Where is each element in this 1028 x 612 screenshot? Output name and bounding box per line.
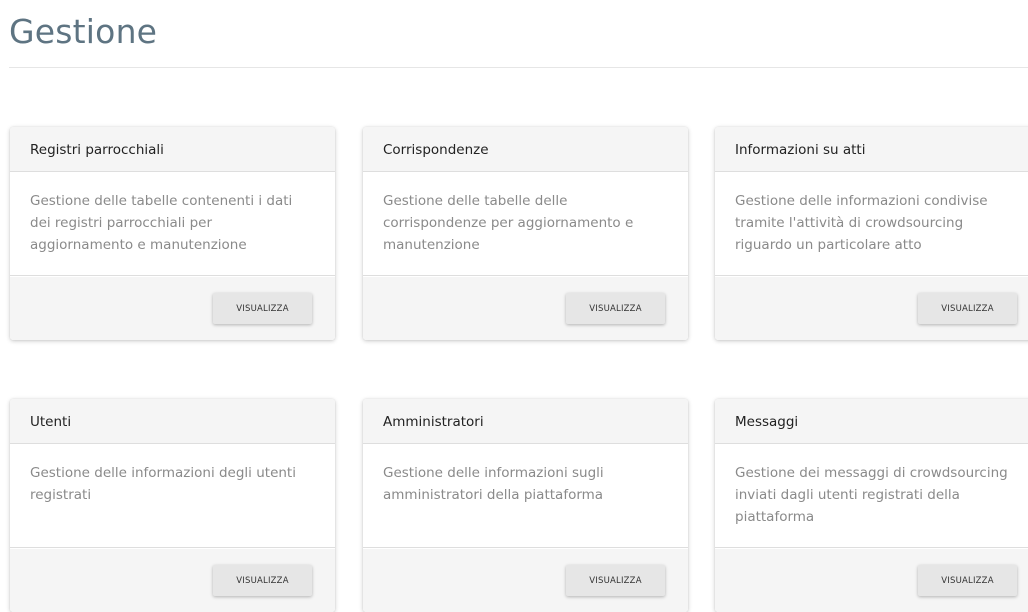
card-description: Gestione delle informazioni sugli ammini…	[363, 444, 688, 548]
card-footer: VISUALIZZA	[10, 277, 335, 340]
card-utenti: Utenti Gestione delle informazioni degli…	[10, 399, 335, 612]
card-title: Corrispondenze	[363, 127, 688, 172]
card-corrispondenze: Corrispondenze Gestione delle tabelle de…	[363, 127, 688, 340]
card-description: Gestione dei messaggi di crowdsourcing i…	[715, 444, 1028, 548]
card-registri-parrocchiali: Registri parrocchiali Gestione delle tab…	[10, 127, 335, 340]
card-messaggi: Messaggi Gestione dei messaggi di crowds…	[715, 399, 1028, 612]
card-footer: VISUALIZZA	[715, 277, 1028, 340]
view-button-corrispondenze[interactable]: VISUALIZZA	[566, 293, 665, 324]
card-title: Registri parrocchiali	[10, 127, 335, 172]
title-divider	[9, 67, 1028, 68]
card-title: Utenti	[10, 399, 335, 444]
card-footer: VISUALIZZA	[715, 549, 1028, 612]
card-title: Informazioni su atti	[715, 127, 1028, 172]
view-button-messaggi[interactable]: VISUALIZZA	[918, 565, 1017, 596]
view-button-amministratori[interactable]: VISUALIZZA	[566, 565, 665, 596]
view-button-registri-parrocchiali[interactable]: VISUALIZZA	[213, 293, 312, 324]
page-title: Gestione	[9, 12, 158, 51]
card-description: Gestione delle tabelle contenenti i dati…	[10, 172, 335, 276]
card-description: Gestione delle informazioni degli utenti…	[10, 444, 335, 548]
card-amministratori: Amministratori Gestione delle informazio…	[363, 399, 688, 612]
card-description: Gestione delle tabelle delle corrisponde…	[363, 172, 688, 276]
card-informazioni-su-atti: Informazioni su atti Gestione delle info…	[715, 127, 1028, 340]
view-button-informazioni-su-atti[interactable]: VISUALIZZA	[918, 293, 1017, 324]
card-title: Amministratori	[363, 399, 688, 444]
card-description: Gestione delle informazioni condivise tr…	[715, 172, 1028, 276]
card-footer: VISUALIZZA	[363, 277, 688, 340]
card-footer: VISUALIZZA	[10, 549, 335, 612]
card-footer: VISUALIZZA	[363, 549, 688, 612]
card-title: Messaggi	[715, 399, 1028, 444]
view-button-utenti[interactable]: VISUALIZZA	[213, 565, 312, 596]
